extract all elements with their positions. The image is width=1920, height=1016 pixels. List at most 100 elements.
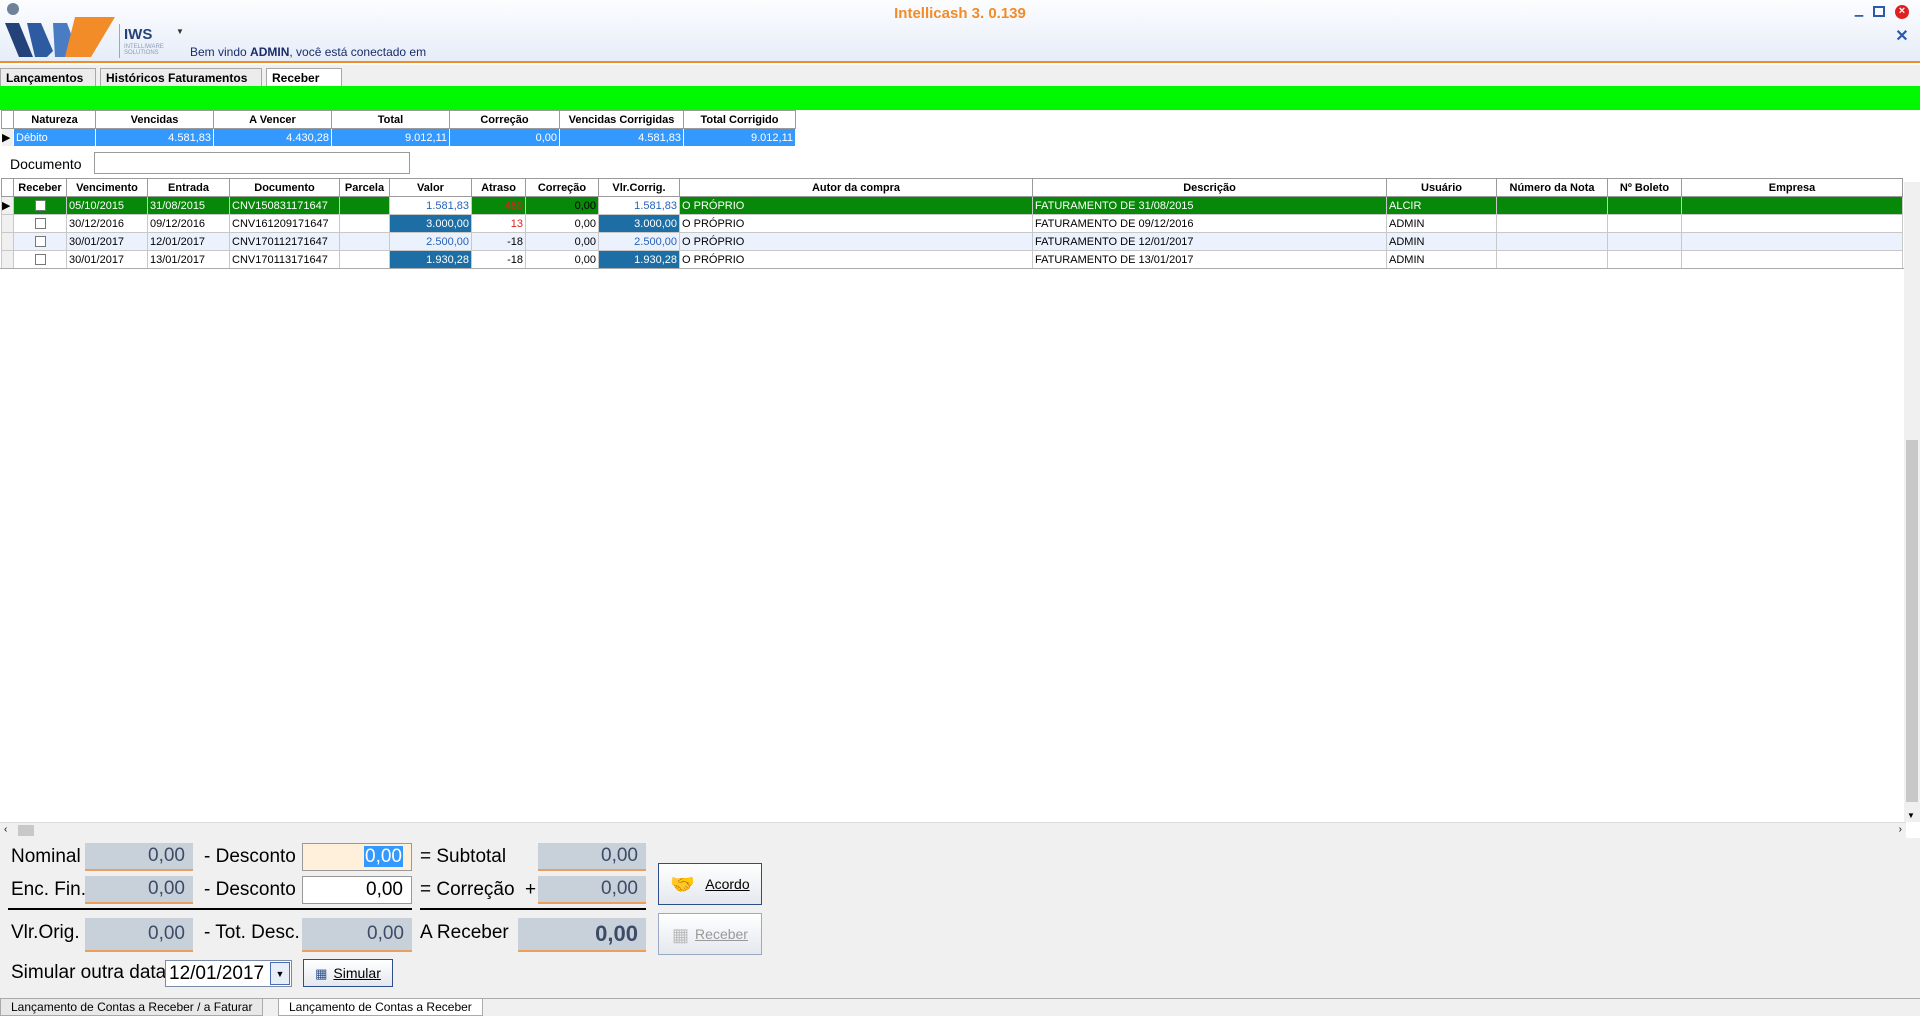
atraso-cell[interactable]: -18	[471, 250, 526, 269]
descricao-cell[interactable]: FATURAMENTO DE 31/08/2015	[1032, 196, 1387, 215]
empresa-cell[interactable]	[1681, 214, 1903, 233]
summary-cell[interactable]: 4.430,28	[213, 128, 332, 147]
table-row[interactable]: 30/12/2016 09/12/2016 CNV161209171647 3.…	[1, 214, 1903, 233]
empresa-cell[interactable]	[1681, 232, 1903, 251]
receber-checkbox-cell[interactable]	[13, 250, 67, 269]
entrada-cell[interactable]: 12/01/2017	[147, 232, 230, 251]
descricao-cell[interactable]: FATURAMENTO DE 12/01/2017	[1032, 232, 1387, 251]
tab-historicos-faturamentos[interactable]: Históricos Faturamentos	[100, 68, 262, 87]
vencimento-cell[interactable]: 30/01/2017	[66, 250, 148, 269]
summary-header[interactable]: Total Corrigido	[683, 110, 796, 129]
column-header[interactable]: Entrada	[147, 178, 230, 197]
column-header[interactable]: Usuário	[1386, 178, 1497, 197]
documento-cell[interactable]: CNV170113171647	[229, 250, 340, 269]
simular-button[interactable]: ▦ Simular	[303, 959, 393, 987]
horizontal-scrollbar[interactable]: ‹ ›	[0, 822, 1906, 838]
table-row[interactable]: 30/01/2017 12/01/2017 CNV170112171647 2.…	[1, 232, 1903, 251]
close-icon[interactable]: ×	[1895, 5, 1909, 19]
minimize-icon[interactable]: ▁	[1852, 5, 1866, 19]
column-header[interactable]: Empresa	[1681, 178, 1903, 197]
maximize-icon[interactable]	[1873, 5, 1887, 19]
acordo-button[interactable]: 🤝 Acordo	[658, 863, 762, 905]
summary-row[interactable]: ▶ Débito 4.581,83 4.430,28 9.012,11 0,00…	[1, 128, 796, 147]
boleto-cell[interactable]	[1607, 232, 1682, 251]
summary-cell[interactable]: 4.581,83	[559, 128, 684, 147]
documento-cell[interactable]: CNV150831171647	[229, 196, 340, 215]
parcela-cell[interactable]	[339, 214, 390, 233]
numero-nota-cell[interactable]	[1496, 250, 1608, 269]
column-header[interactable]: Valor	[389, 178, 472, 197]
column-header[interactable]: Vlr.Corrig.	[598, 178, 680, 197]
close-tab-icon[interactable]: ✕	[1895, 29, 1909, 45]
summary-header[interactable]: Vencidas	[95, 110, 214, 129]
correcao-cell[interactable]: 0,00	[525, 232, 599, 251]
receber-checkbox[interactable]	[34, 200, 46, 212]
valor-cell[interactable]: 1.930,28	[389, 250, 472, 269]
descricao-cell[interactable]: FATURAMENTO DE 09/12/2016	[1032, 214, 1387, 233]
entrada-cell[interactable]: 09/12/2016	[147, 214, 230, 233]
vertical-scroll-thumb[interactable]	[1906, 440, 1918, 802]
tab-lancamentos[interactable]: Lançamentos	[0, 68, 96, 87]
autor-cell[interactable]: O PRÓPRIO	[679, 214, 1033, 233]
parcela-cell[interactable]	[339, 250, 390, 269]
receber-checkbox-cell[interactable]	[13, 196, 67, 215]
document-input[interactable]	[94, 152, 410, 174]
summary-cell[interactable]: Débito	[13, 128, 96, 147]
table-row[interactable]: ▶ 05/10/2015 31/08/2015 CNV150831171647 …	[1, 196, 1903, 215]
empresa-cell[interactable]	[1681, 196, 1903, 215]
vlr-corrig-cell[interactable]: 1.581,83	[598, 196, 680, 215]
vlr-corrig-cell[interactable]: 2.500,00	[598, 232, 680, 251]
vlr-corrig-cell[interactable]: 3.000,00	[598, 214, 680, 233]
parcela-cell[interactable]	[339, 232, 390, 251]
usuario-cell[interactable]: ADMIN	[1386, 250, 1497, 269]
summary-cell[interactable]: 0,00	[449, 128, 560, 147]
entrada-cell[interactable]: 31/08/2015	[147, 196, 230, 215]
scroll-down-icon[interactable]: ▼	[1907, 811, 1915, 820]
column-header[interactable]: Número da Nota	[1496, 178, 1608, 197]
column-header[interactable]: Receber	[13, 178, 67, 197]
receber-checkbox-cell[interactable]	[13, 232, 67, 251]
summary-header[interactable]: Total	[331, 110, 450, 129]
summary-cell[interactable]: 9.012,11	[683, 128, 796, 147]
numero-nota-cell[interactable]	[1496, 196, 1608, 215]
summary-header[interactable]: A Vencer	[213, 110, 332, 129]
valor-cell[interactable]: 1.581,83	[389, 196, 472, 215]
vencimento-cell[interactable]: 30/01/2017	[66, 232, 148, 251]
autor-cell[interactable]: O PRÓPRIO	[679, 196, 1033, 215]
valor-cell[interactable]: 3.000,00	[389, 214, 472, 233]
footer-tab-contas-receber-faturar[interactable]: Lançamento de Contas a Receber / a Fatur…	[0, 999, 264, 1016]
atraso-cell[interactable]: 460	[471, 196, 526, 215]
summary-cell[interactable]: 4.581,83	[95, 128, 214, 147]
valor-cell[interactable]: 2.500,00	[389, 232, 472, 251]
usuario-cell[interactable]: ALCIR	[1386, 196, 1497, 215]
autor-cell[interactable]: O PRÓPRIO	[679, 250, 1033, 269]
desconto-input-2[interactable]: 0,00	[302, 876, 412, 904]
summary-header[interactable]: Correção	[449, 110, 560, 129]
vlr-corrig-cell[interactable]: 1.930,28	[598, 250, 680, 269]
vertical-scrollbar[interactable]: ▼	[1904, 182, 1920, 822]
receber-checkbox-cell[interactable]	[13, 214, 67, 233]
column-header[interactable]: Descrição	[1032, 178, 1387, 197]
atraso-cell[interactable]: 13	[471, 214, 526, 233]
column-header[interactable]: Parcela	[339, 178, 390, 197]
numero-nota-cell[interactable]	[1496, 214, 1608, 233]
correcao-cell[interactable]: 0,00	[525, 250, 599, 269]
footer-tab-contas-receber[interactable]: Lançamento de Contas a Receber	[278, 999, 483, 1016]
scroll-right-icon[interactable]: ›	[1899, 824, 1902, 835]
boleto-cell[interactable]	[1607, 250, 1682, 269]
receber-button[interactable]: ▦ Receber	[658, 913, 762, 955]
scroll-left-icon[interactable]: ‹	[4, 824, 7, 835]
numero-nota-cell[interactable]	[1496, 232, 1608, 251]
boleto-cell[interactable]	[1607, 214, 1682, 233]
usuario-cell[interactable]: ADMIN	[1386, 232, 1497, 251]
vencimento-cell[interactable]: 05/10/2015	[66, 196, 148, 215]
receber-checkbox[interactable]	[34, 254, 46, 266]
descricao-cell[interactable]: FATURAMENTO DE 13/01/2017	[1032, 250, 1387, 269]
tab-receber[interactable]: Receber	[266, 68, 342, 87]
menu-arrow-icon[interactable]: ▼	[176, 27, 184, 36]
documento-cell[interactable]: CNV170112171647	[229, 232, 340, 251]
empresa-cell[interactable]	[1681, 250, 1903, 269]
simulate-date-input[interactable]: 12/01/2017 ▼	[165, 960, 292, 987]
usuario-cell[interactable]: ADMIN	[1386, 214, 1497, 233]
summary-header[interactable]: Natureza	[13, 110, 96, 129]
